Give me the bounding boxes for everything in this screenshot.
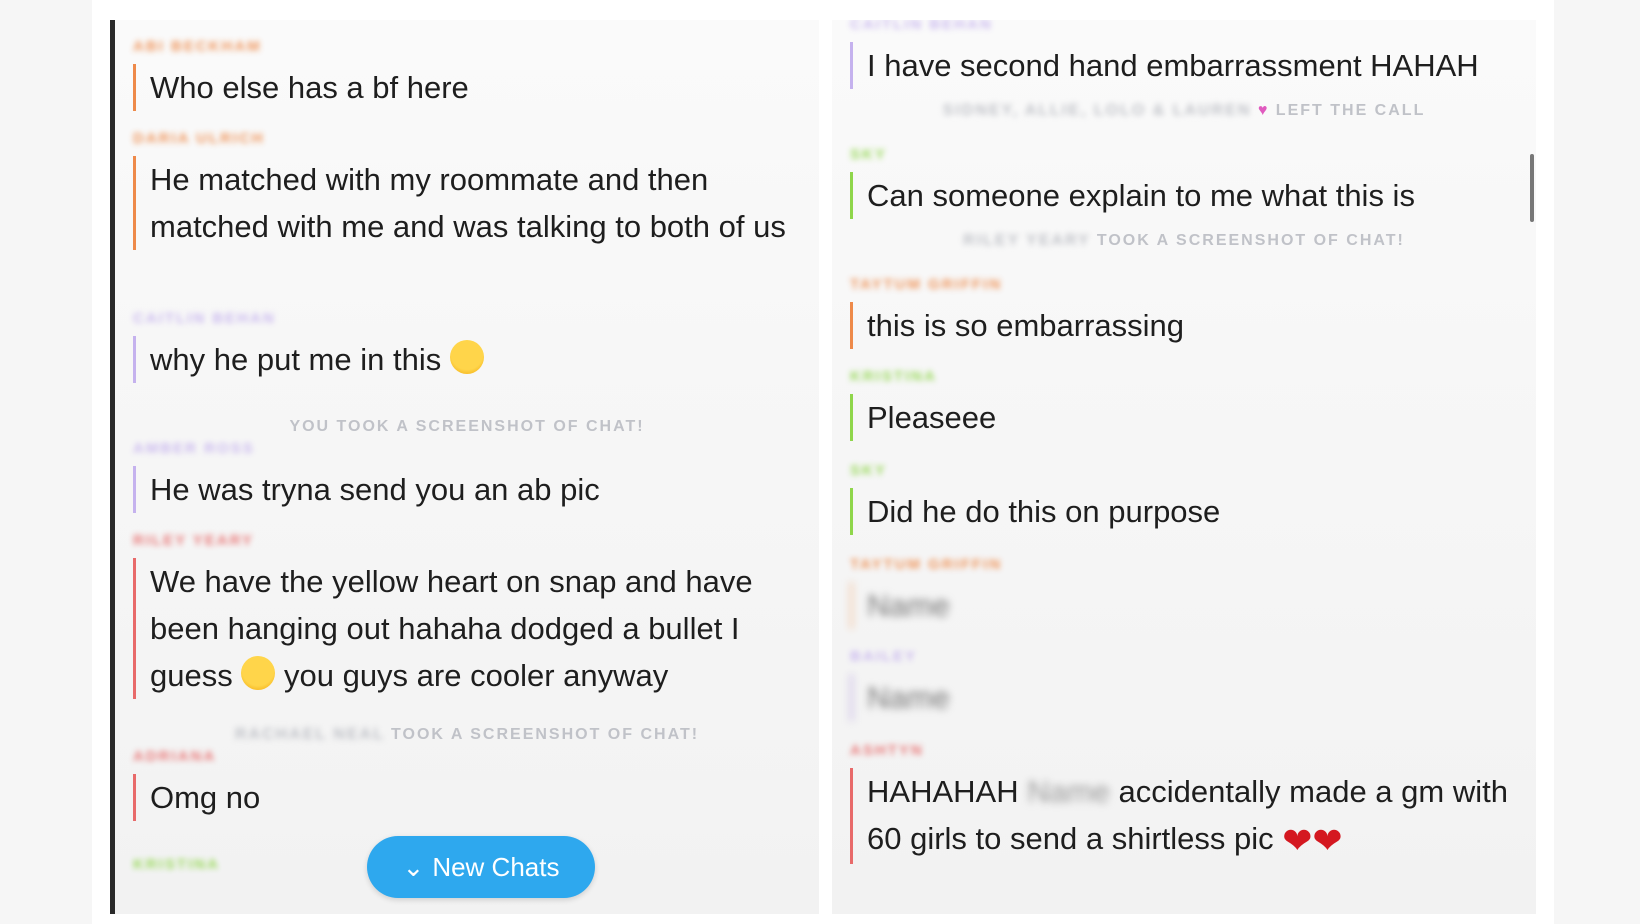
chat-message: TAYTUM GRIFFIN Name (850, 556, 1520, 629)
redacted-name: Name (1027, 774, 1110, 809)
crying-face-emoji-icon (449, 340, 484, 374)
message-text: He was tryna send you an ab pic (133, 466, 803, 513)
system-notice: YOU TOOK A SCREENSHOT OF CHAT! (289, 418, 645, 435)
scrollbar[interactable] (1530, 154, 1534, 222)
system-notice: SIDNEY, ALLIE, LOLO & LAUREN ♥ LEFT THE … (832, 102, 1536, 120)
message-text: Name (850, 674, 1520, 721)
sender-name: BAILEY (850, 648, 918, 665)
red-heart-icon: ❤❤ (1282, 820, 1343, 861)
sender-name: KRISTINA (850, 368, 937, 385)
sender-name: SKY (850, 146, 887, 163)
chat-message: ASHTYN HAHAHAH Name accidentally made a … (850, 742, 1520, 864)
chat-message: ABI BECKHAM Who else has a bf here (133, 38, 803, 111)
message-text: Omg no (133, 774, 803, 821)
message-text: Did he do this on purpose (850, 488, 1520, 535)
chat-message: TAYTUM GRIFFIN this is so embarrassing (850, 276, 1520, 349)
system-notice: RACHAEL NEAL TOOK A SCREENSHOT OF CHAT! (115, 726, 819, 744)
chat-message: BAILEY Name (850, 648, 1520, 721)
sender-name: RILEY YEARY (133, 532, 254, 549)
chat-message: DARIA ULRICH He matched with my roommate… (133, 130, 803, 250)
message-text: Can someone explain to me what this is (850, 172, 1520, 219)
new-chats-label: New Chats (432, 851, 560, 882)
chat-message: CAITLIN BEHAN I have second hand embarra… (850, 20, 1520, 89)
system-notice-name: RILEY YEARY (963, 232, 1091, 249)
chat-message: ADRIANA Omg no (133, 748, 803, 821)
sender-name: DARIA ULRICH (133, 130, 265, 147)
sender-name: ABI BECKHAM (133, 38, 262, 55)
system-notice-text: TOOK A SCREENSHOT OF CHAT! (391, 726, 700, 743)
sender-name: AMBER ROSS (133, 440, 255, 457)
heart-icon: ♥ (1257, 102, 1270, 119)
system-notice: RILEY YEARY TOOK A SCREENSHOT OF CHAT! (832, 232, 1536, 250)
message-text: you guys are cooler anyway (283, 658, 669, 693)
new-chats-button[interactable]: ⌄ New Chats (367, 836, 595, 898)
upside-down-face-emoji-icon (241, 656, 276, 690)
message-text: Who else has a bf here (133, 64, 803, 111)
chat-panel-right[interactable]: CAITLIN BEHAN I have second hand embarra… (832, 20, 1536, 914)
chat-message: SKY Can someone explain to me what this … (850, 146, 1520, 219)
message-text: Pleaseee (850, 394, 1520, 441)
system-notice-name: SIDNEY, ALLIE, LOLO & LAUREN (942, 102, 1252, 119)
message-text: Name (850, 582, 1520, 629)
message-body: why he put me in this (133, 336, 803, 383)
message-text: He matched with my roommate and then mat… (133, 156, 803, 250)
system-notice-text: LEFT THE CALL (1275, 102, 1426, 119)
message-text: this is so embarrassing (850, 302, 1520, 349)
system-notice-name: RACHAEL NEAL (234, 726, 385, 743)
sender-name: CAITLIN BEHAN (133, 310, 276, 327)
sender-name: SKY (850, 462, 887, 479)
sender-name: TAYTUM GRIFFIN (850, 556, 1003, 573)
message-text: I have second hand embarrassment HAHAH (850, 42, 1520, 89)
sender-name: TAYTUM GRIFFIN (850, 276, 1003, 293)
message-text: HAHAHAH (867, 774, 1019, 809)
message-text: why he put me in this (150, 342, 442, 377)
system-notice-text: TOOK A SCREENSHOT OF CHAT! (1096, 232, 1405, 249)
chevron-down-icon: ⌄ (402, 851, 425, 882)
chat-message: SKY Did he do this on purpose (850, 462, 1520, 535)
chat-message: RILEY YEARY We have the yellow heart on … (133, 532, 803, 699)
message-body: HAHAHAH Name accidentally made a gm with… (850, 768, 1520, 864)
chat-message: AMBER ROSS He was tryna send you an ab p… (133, 440, 803, 513)
chat-message: KRISTINA Pleaseee (850, 368, 1520, 441)
message-body: We have the yellow heart on snap and hav… (133, 558, 803, 699)
chat-message: CAITLIN BEHAN why he put me in this (133, 310, 803, 383)
sender-name: ASHTYN (850, 742, 924, 759)
chat-panel-left[interactable]: ABI BECKHAM Who else has a bf here DARIA… (110, 20, 819, 914)
sender-name: ADRIANA (133, 748, 217, 765)
sender-name: CAITLIN BEHAN (850, 20, 993, 33)
